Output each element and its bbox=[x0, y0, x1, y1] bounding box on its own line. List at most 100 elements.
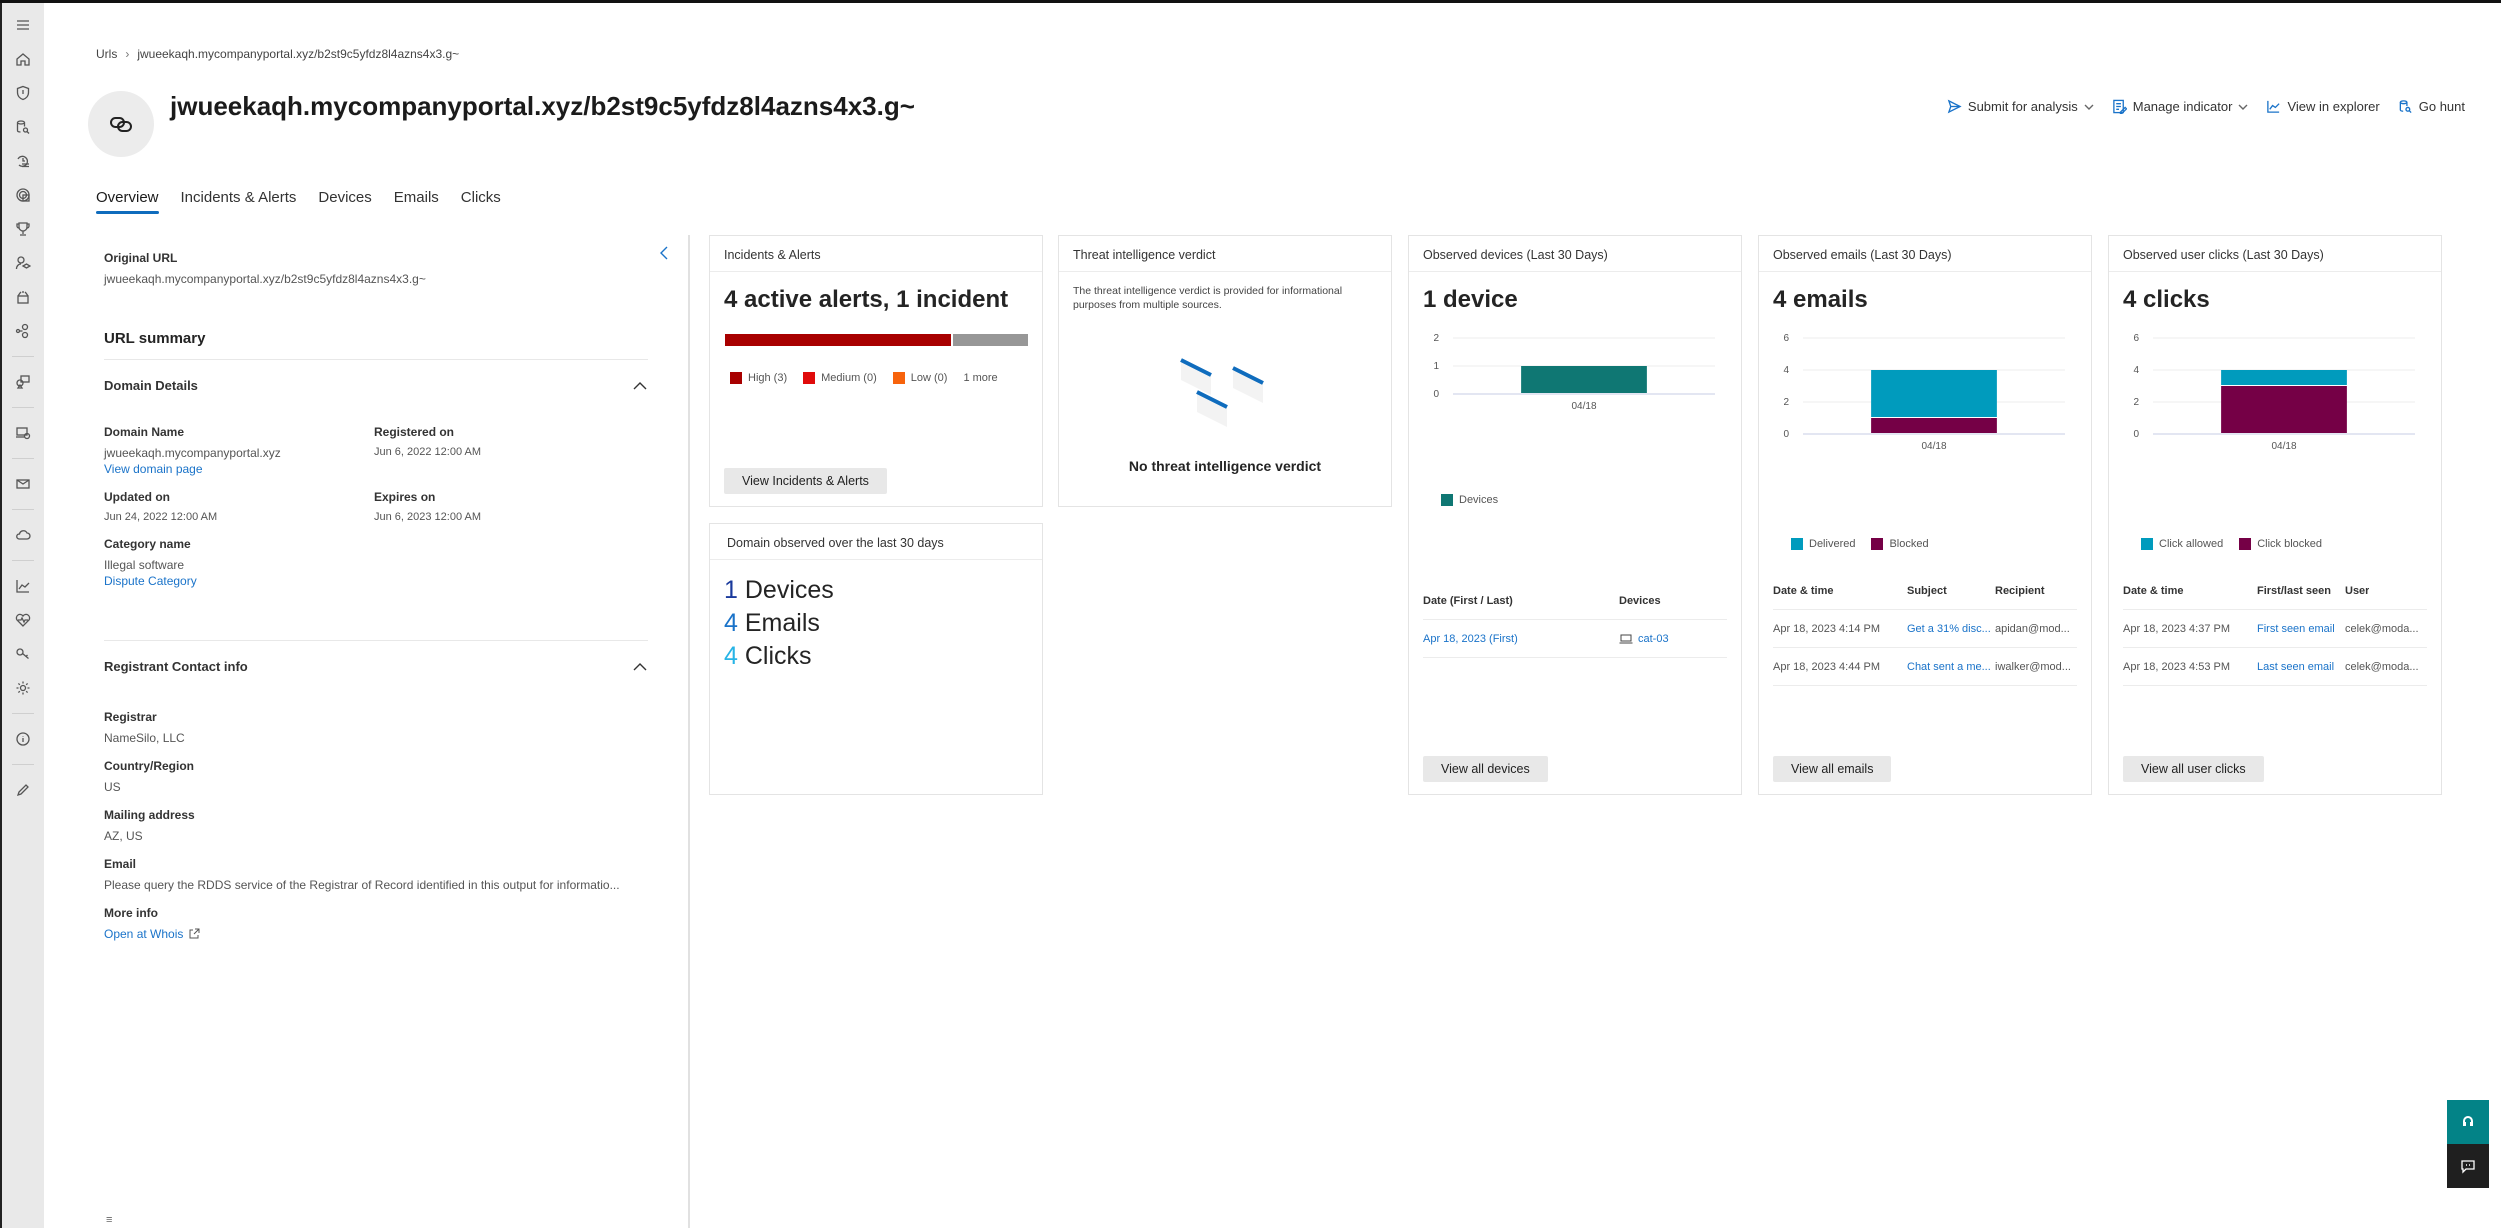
observed-emails-row: 4 Emails bbox=[724, 609, 820, 637]
permissions-icon[interactable] bbox=[2, 637, 44, 671]
table-header-row: Date (First / Last) Devices bbox=[1423, 582, 1727, 620]
learning-hub-icon[interactable] bbox=[2, 246, 44, 280]
email-label: Email bbox=[104, 857, 137, 871]
shield-icon[interactable] bbox=[2, 76, 44, 110]
view-domain-page-link[interactable]: View domain page bbox=[104, 462, 374, 476]
view-incidents-alerts-button[interactable]: View Incidents & Alerts bbox=[724, 468, 887, 494]
y-tick-label: 2 bbox=[1433, 333, 1439, 344]
registrant-contact-title: Registrant Contact info bbox=[104, 659, 248, 674]
bar-devices[interactable] bbox=[1521, 366, 1647, 393]
bar-delivered[interactable] bbox=[1871, 370, 1997, 417]
home-icon[interactable] bbox=[2, 42, 44, 76]
go-hunt-button[interactable]: Go hunt bbox=[2398, 99, 2465, 114]
breadcrumb-current: jwueekaqh.mycompanyportal.xyz/b2st9c5yfd… bbox=[137, 47, 460, 61]
legend-more-link[interactable]: 1 more bbox=[963, 372, 997, 384]
chart-line-icon bbox=[2267, 100, 2281, 113]
tab-clicks[interactable]: Clicks bbox=[461, 189, 501, 214]
registered-on-label: Registered on bbox=[374, 425, 455, 439]
original-url-value: jwueekaqh.mycompanyportal.xyz/b2st9c5yfd… bbox=[104, 272, 426, 286]
devices-chart-legend: Devices bbox=[1441, 494, 1498, 506]
dispute-category-link[interactable]: Dispute Category bbox=[104, 574, 374, 588]
severity-segment bbox=[952, 334, 1028, 346]
menu-icon[interactable] bbox=[2, 8, 44, 42]
headset-icon bbox=[2463, 1116, 2473, 1126]
more-info-label: More info bbox=[104, 906, 158, 920]
help-button[interactable] bbox=[2447, 1100, 2489, 1144]
bar-click-blocked[interactable] bbox=[2221, 386, 2347, 433]
settings-icon[interactable] bbox=[2, 671, 44, 705]
email-subject-link[interactable]: Get a 31% disc... bbox=[1907, 623, 1995, 635]
bar-click-allowed[interactable] bbox=[2221, 370, 2347, 385]
domain-name-value: jwueekaqh.mycompanyportal.xyz bbox=[104, 446, 281, 460]
table-row: Apr 18, 2023 4:53 PM Last seen email cel… bbox=[2123, 648, 2427, 686]
mailing-address-value: AZ, US bbox=[104, 829, 143, 843]
collapse-panel-chevron-icon[interactable] bbox=[658, 245, 670, 261]
registered-on-value: Jun 6, 2022 12:00 AM bbox=[374, 446, 482, 458]
chevron-up-icon[interactable] bbox=[632, 662, 648, 672]
reports-icon[interactable] bbox=[2, 569, 44, 603]
view-all-emails-button[interactable]: View all emails bbox=[1773, 756, 1892, 782]
panel-resize-handle-icon[interactable]: ≡ bbox=[106, 1214, 112, 1226]
last-seen-link[interactable]: Last seen email bbox=[2257, 661, 2345, 673]
trials-icon[interactable] bbox=[2, 280, 44, 314]
category-name-label: Category name bbox=[104, 537, 191, 551]
health-icon[interactable] bbox=[2, 603, 44, 637]
breadcrumb: Urls › jwueekaqh.mycompanyportal.xyz/b2s… bbox=[96, 47, 459, 61]
registrant-contact-header[interactable]: Registrant Contact info bbox=[104, 640, 648, 674]
info-icon[interactable] bbox=[2, 722, 44, 756]
legend-swatch bbox=[892, 372, 905, 384]
device-link[interactable]: cat-03 bbox=[1619, 633, 1669, 645]
secure-score-icon[interactable] bbox=[2, 212, 44, 246]
first-seen-link[interactable]: First seen email bbox=[2257, 623, 2345, 635]
view-in-explorer-button[interactable]: View in explorer bbox=[2266, 99, 2380, 114]
updated-on-label: Updated on bbox=[104, 490, 170, 504]
cloud-apps-icon[interactable] bbox=[2, 518, 44, 552]
device-date-link[interactable]: Apr 18, 2023 (First) bbox=[1423, 633, 1619, 645]
domain-details-title: Domain Details bbox=[104, 378, 198, 393]
chevron-up-icon[interactable] bbox=[632, 381, 648, 391]
header-actions: Submit for analysis Manage indicator Vie… bbox=[1947, 99, 2465, 114]
x-tick-label: 04/18 bbox=[2271, 441, 2296, 452]
y-tick-label: 6 bbox=[2133, 333, 2139, 344]
email-icon[interactable] bbox=[2, 467, 44, 501]
legend-swatch bbox=[1791, 538, 1803, 550]
link-icon bbox=[110, 117, 132, 132]
external-link-icon bbox=[189, 928, 200, 939]
country-value: US bbox=[104, 780, 121, 794]
legend-delivered: Delivered bbox=[1791, 538, 1855, 550]
legend-swatch bbox=[2239, 538, 2252, 550]
domain-observed-card: Domain observed over the last 30 days 1 … bbox=[709, 523, 1043, 795]
go-hunt-label: Go hunt bbox=[2418, 99, 2465, 114]
emails-headline: 4 emails bbox=[1773, 286, 1868, 313]
chevron-down-icon bbox=[2238, 104, 2248, 110]
feedback-button[interactable] bbox=[2447, 1144, 2489, 1188]
partner-catalog-icon[interactable] bbox=[2, 314, 44, 348]
view-all-user-clicks-button[interactable]: View all user clicks bbox=[2123, 756, 2264, 782]
open-at-whois-link[interactable]: Open at Whois bbox=[104, 927, 183, 941]
hunting-icon bbox=[2399, 100, 2412, 114]
emails-chart: 0 2 4 6 04/18 bbox=[1783, 333, 2065, 452]
card-title: Observed devices (Last 30 Days) bbox=[1409, 236, 1741, 272]
threat-analytics-icon[interactable] bbox=[2, 178, 44, 212]
manage-indicator-button[interactable]: Manage indicator bbox=[2112, 99, 2249, 114]
rail-divider bbox=[12, 407, 34, 408]
actions-history-icon[interactable] bbox=[2, 144, 44, 178]
email-subject-link[interactable]: Chat sent a me... bbox=[1907, 661, 1995, 673]
chat-icon bbox=[2461, 1160, 2475, 1174]
bar-blocked[interactable] bbox=[1871, 418, 1997, 433]
tab-emails[interactable]: Emails bbox=[394, 189, 439, 214]
url-entity-icon bbox=[88, 91, 154, 157]
breadcrumb-urls[interactable]: Urls bbox=[96, 47, 117, 61]
customize-icon[interactable] bbox=[2, 773, 44, 807]
domain-details-header[interactable]: Domain Details bbox=[104, 359, 648, 393]
tab-overview[interactable]: Overview bbox=[96, 189, 159, 214]
tab-devices[interactable]: Devices bbox=[318, 189, 371, 214]
tab-incidents-alerts[interactable]: Incidents & Alerts bbox=[181, 189, 297, 214]
submit-for-analysis-button[interactable]: Submit for analysis bbox=[1947, 99, 2094, 114]
view-all-devices-button[interactable]: View all devices bbox=[1423, 756, 1548, 782]
hunting-icon[interactable] bbox=[2, 110, 44, 144]
rail-divider bbox=[12, 560, 34, 561]
endpoints-icon[interactable] bbox=[2, 416, 44, 450]
expires-on-label: Expires on bbox=[374, 490, 436, 504]
assets-icon[interactable] bbox=[2, 365, 44, 399]
